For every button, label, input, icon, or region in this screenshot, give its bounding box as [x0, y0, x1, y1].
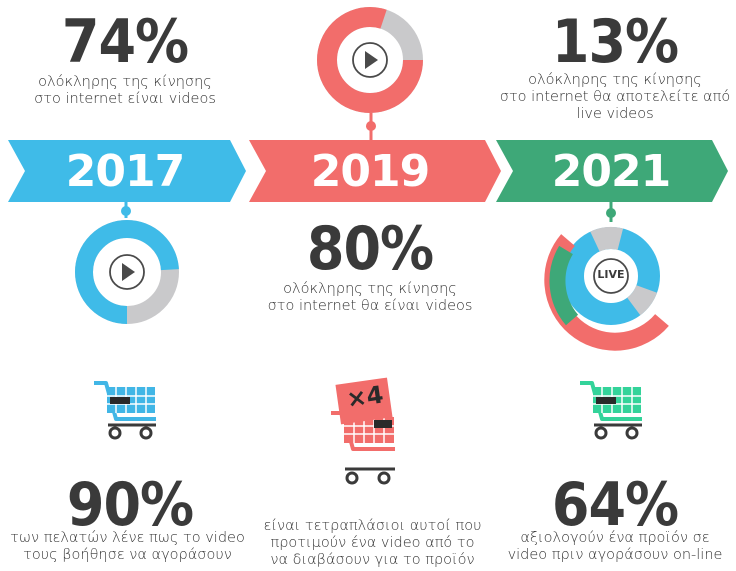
year-label-2021: 2021: [551, 146, 671, 197]
donut-2017: [75, 220, 179, 324]
live-donut-2021: [544, 227, 669, 351]
shopping-cart-icon: [580, 381, 642, 440]
stat-74-value: 74%: [61, 7, 189, 77]
stat-74-caption: ολόκληρης της κίνησης στο internet είναι…: [34, 74, 216, 107]
year-label-2017: 2017: [65, 146, 185, 197]
donut-2019: [317, 7, 423, 113]
stat-64-caption: αξιολογούν ένα προϊόν σε video πριν αγορ…: [507, 530, 723, 563]
year-label-2019: 2019: [310, 146, 430, 197]
live-badge: LIVE: [597, 268, 625, 281]
stat-13-value: 13%: [551, 7, 679, 77]
stat-13-caption: ολόκληρης της κίνησης στο internet θα απ…: [499, 72, 731, 122]
shopping-cart-icon: [94, 381, 156, 440]
stat-80-value: 80%: [306, 214, 434, 284]
stat-x4-caption: είναι τετραπλάσιοι αυτοί που προτιμούν έ…: [263, 518, 482, 568]
stat-64-value: 64%: [551, 470, 679, 540]
play-icon: [352, 42, 388, 78]
stat-90-value: 90%: [66, 470, 194, 540]
play-icon: [109, 254, 145, 290]
stat-90-caption: των πελατών λένε πως το video τους βοήθη…: [10, 530, 245, 563]
stat-80-caption: ολόκληρης της κίνησης στο internet θα εί…: [267, 281, 473, 314]
